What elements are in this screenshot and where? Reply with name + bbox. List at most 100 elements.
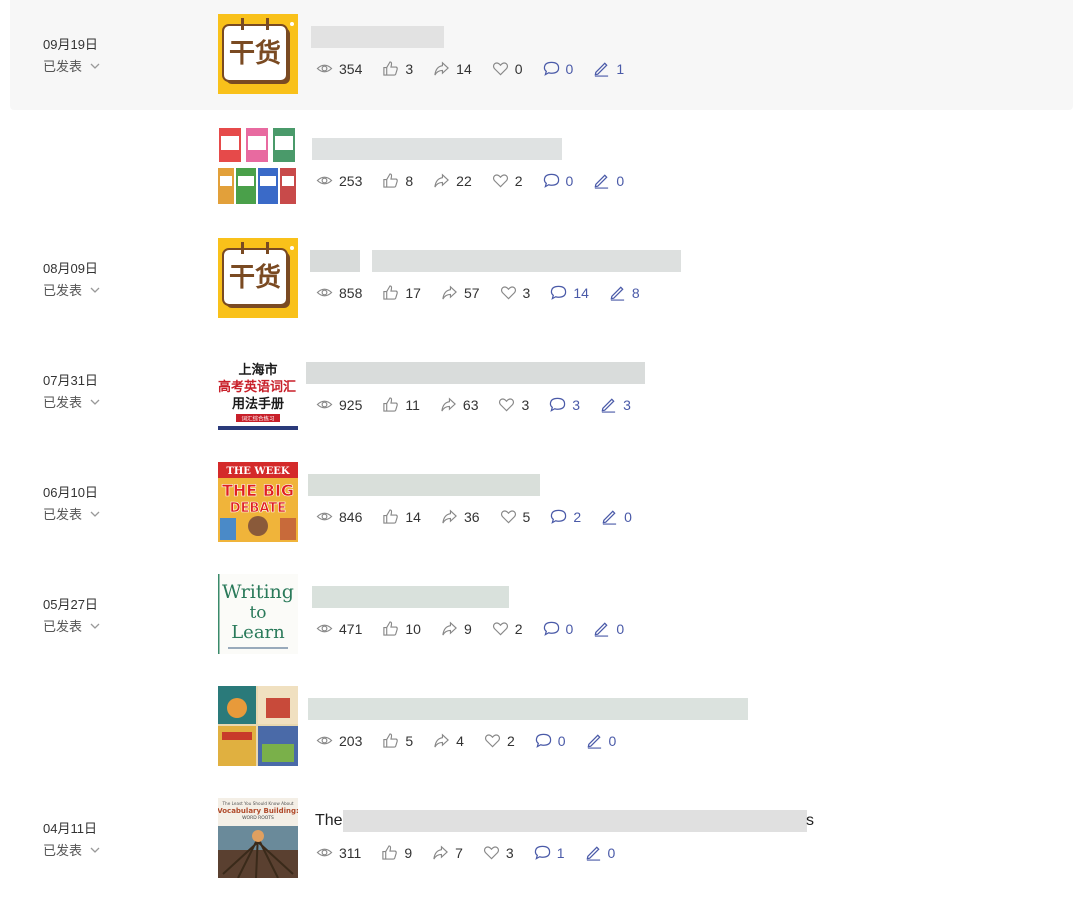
article-thumbnail[interactable]: The Least You Should Know About Vocabula… — [218, 798, 298, 878]
article-row[interactable]: 203 5 4 2 0 0 — [0, 672, 1073, 784]
article-row[interactable]: 253 8 22 2 0 0 — [0, 112, 1073, 224]
shares-stat: 9 — [441, 620, 472, 637]
status-dropdown[interactable]: 已发表 — [43, 392, 102, 411]
comments-stat[interactable]: 0 — [543, 60, 574, 77]
views-stat: 846 — [316, 508, 362, 525]
comments-stat[interactable]: 3 — [549, 396, 580, 413]
edits-stat[interactable]: 0 — [601, 508, 632, 525]
share-arrow-icon — [433, 845, 449, 860]
thumbs-up-icon — [383, 397, 399, 412]
chevron-down-icon — [90, 399, 100, 405]
views-stat: 858 — [316, 284, 362, 301]
views-stat: 471 — [316, 620, 362, 637]
share-arrow-icon — [434, 61, 450, 76]
heart-icon — [499, 398, 515, 412]
edits-stat[interactable]: 0 — [593, 172, 624, 189]
article-thumbnail[interactable]: Writing to Learn — [218, 574, 298, 654]
article-thumbnail[interactable]: 干货 — [218, 14, 298, 94]
comments-stat[interactable]: 2 — [550, 508, 581, 525]
status-label: 已发表 — [43, 59, 83, 74]
article-title-redacted[interactable] — [308, 698, 748, 720]
comments-stat[interactable]: 0 — [543, 620, 573, 637]
article-title-redacted[interactable] — [312, 138, 562, 160]
article-thumbnail[interactable] — [218, 686, 298, 766]
article-title-redacted[interactable] — [310, 250, 360, 272]
publish-date: 05月27日 — [43, 597, 98, 612]
edits-stat[interactable]: 0 — [585, 844, 615, 861]
heart-icon — [492, 174, 508, 188]
status-dropdown[interactable]: 已发表 — [43, 56, 102, 75]
shares-count: 57 — [463, 284, 480, 301]
status-dropdown[interactable]: 已发表 — [43, 280, 102, 299]
favorites-count: 2 — [514, 620, 523, 637]
edits-stat[interactable]: 1 — [593, 60, 624, 77]
comments-count: 0 — [565, 60, 574, 77]
eye-icon — [316, 512, 333, 521]
likes-stat: 14 — [382, 508, 421, 525]
article-row[interactable]: 08月09日 已发表 干货 858 17 57 3 14 8 — [0, 224, 1073, 336]
cover-line: DEBATE — [230, 501, 286, 516]
article-thumbnail[interactable] — [218, 126, 298, 206]
article-thumbnail[interactable]: 上海市 高考英语词汇 用法手册 词汇综合练习 — [218, 350, 298, 430]
favorites-count: 3 — [505, 844, 514, 861]
article-row[interactable]: 06月10日 已发表 THE WEEK THE BIG DEBATE 846 1… — [0, 448, 1073, 560]
pencil-icon — [594, 622, 609, 637]
article-row[interactable]: 07月31日 已发表 上海市 高考英语词汇 用法手册 词汇综合练习 925 11… — [0, 336, 1073, 448]
edits-stat[interactable]: 0 — [586, 732, 616, 749]
article-title-visible-start[interactable]: The — [315, 810, 343, 832]
edits-stat[interactable]: 8 — [609, 284, 640, 301]
pencil-icon — [586, 846, 600, 861]
shares-count: 22 — [456, 172, 472, 189]
status-label: 已发表 — [43, 395, 83, 410]
article-title-redacted[interactable] — [311, 26, 444, 48]
eye-icon — [316, 848, 333, 857]
edits-stat[interactable]: 3 — [600, 396, 631, 413]
article-row[interactable]: 09月19日 已发表 干货 354 3 14 0 0 1 — [0, 0, 1073, 112]
cover-text: 干货 — [229, 262, 281, 293]
favorites-count: 5 — [522, 508, 531, 525]
thumbs-up-icon — [383, 61, 399, 76]
article-title-visible-end[interactable]: s — [806, 810, 814, 832]
comments-stat[interactable]: 0 — [535, 732, 566, 749]
article-title-redacted[interactable] — [343, 810, 807, 832]
article-stats: 471 10 9 2 0 0 — [316, 620, 644, 637]
magazine-collage-image — [218, 686, 298, 766]
shares-stat: 14 — [433, 60, 472, 77]
favorites-stat: 2 — [492, 620, 523, 637]
article-title-redacted[interactable] — [372, 250, 681, 272]
comments-count: 14 — [573, 284, 589, 301]
comment-bubble-icon — [543, 621, 559, 636]
views-stat: 203 — [316, 732, 362, 749]
edits-count: 0 — [616, 172, 625, 189]
status-dropdown[interactable]: 已发表 — [43, 504, 102, 523]
views-stat: 354 — [316, 60, 362, 77]
status-dropdown[interactable]: 已发表 — [43, 840, 102, 859]
chevron-down-icon — [90, 63, 100, 69]
favorites-stat: 3 — [483, 844, 514, 861]
status-label: 已发表 — [43, 283, 83, 298]
edits-stat[interactable]: 0 — [593, 620, 624, 637]
article-thumbnail[interactable]: THE WEEK THE BIG DEBATE — [218, 462, 298, 542]
book-covers-grid-image — [218, 126, 298, 206]
comments-count: 0 — [557, 732, 566, 749]
status-dropdown[interactable]: 已发表 — [43, 616, 102, 635]
article-title-redacted[interactable] — [308, 474, 540, 496]
cover-line: WORD ROOTS — [242, 815, 274, 821]
likes-stat: 5 — [382, 732, 413, 749]
chevron-down-icon — [90, 847, 100, 853]
comments-stat[interactable]: 0 — [543, 172, 573, 189]
article-row[interactable]: 04月11日 已发表 The Least You Should Know Abo… — [0, 784, 1073, 896]
cover-line: THE WEEK — [226, 466, 289, 477]
comments-stat[interactable]: 14 — [550, 284, 589, 301]
likes-count: 8 — [405, 172, 414, 189]
article-stats: 846 14 36 5 2 0 — [316, 508, 652, 525]
article-thumbnail[interactable]: 干货 — [218, 238, 298, 318]
article-row[interactable]: 05月27日 已发表 Writing to Learn 471 10 9 2 0… — [0, 560, 1073, 672]
comment-bubble-icon — [543, 173, 559, 188]
chevron-down-icon — [90, 511, 100, 517]
writing-to-learn-cover: Writing to Learn — [218, 574, 298, 654]
article-title-redacted[interactable] — [312, 586, 509, 608]
share-arrow-icon — [441, 397, 456, 412]
comments-stat[interactable]: 1 — [534, 844, 565, 861]
article-title-redacted[interactable] — [306, 362, 645, 384]
